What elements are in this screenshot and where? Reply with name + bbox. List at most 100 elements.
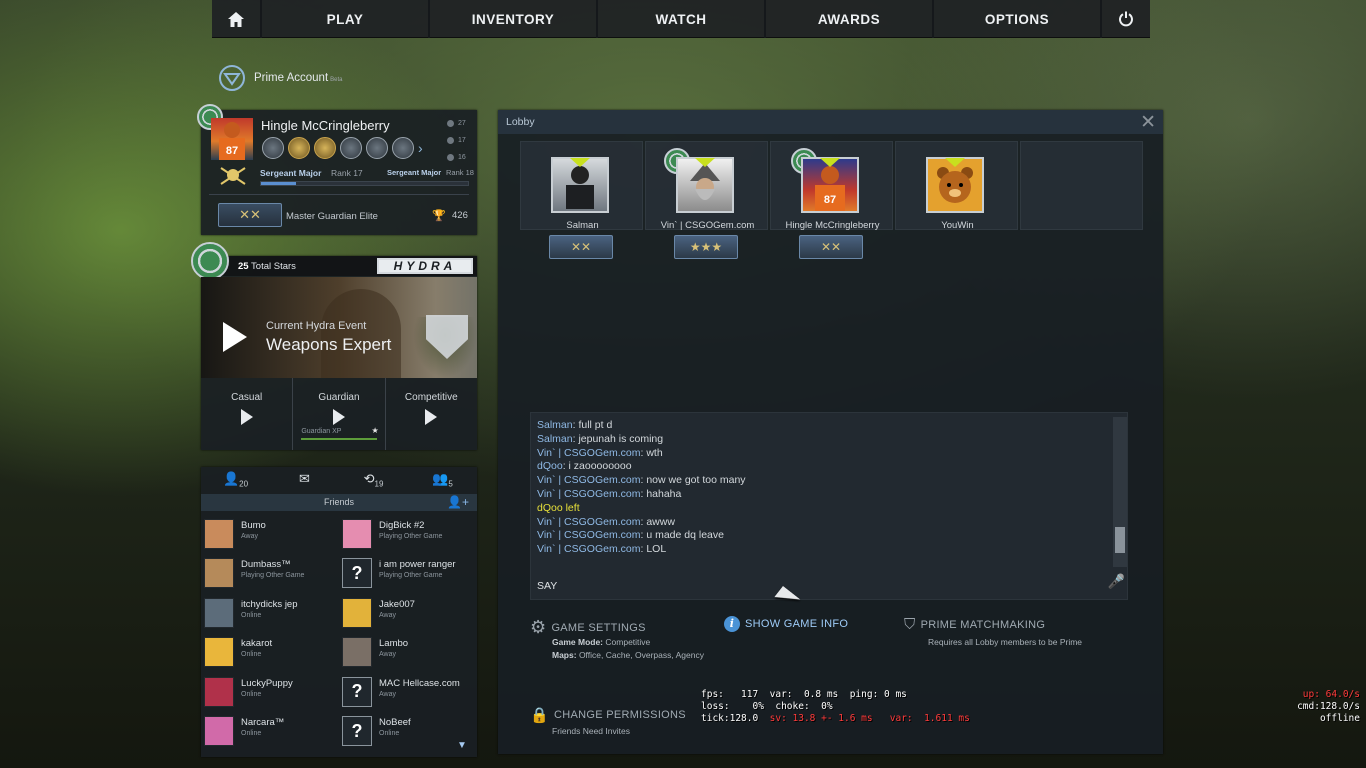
avatar[interactable]: 87 [211, 118, 253, 160]
chevron-down-icon[interactable]: ▼ [457, 740, 467, 751]
friend-avatar[interactable] [204, 637, 234, 668]
friend-avatar[interactable] [204, 716, 234, 746]
friend-status: Online [241, 730, 262, 737]
member-name: YouWin [941, 220, 974, 231]
medal-showcase[interactable]: › [262, 137, 423, 159]
lobby-slot[interactable]: YouWin [895, 141, 1018, 231]
friend-avatar[interactable]: ? [342, 676, 372, 707]
lobby-slot-empty[interactable] [1020, 141, 1143, 230]
lobby-slot[interactable]: Salman [520, 141, 643, 231]
chat-author[interactable]: dQoo [537, 460, 563, 472]
medal-icon[interactable] [262, 137, 284, 159]
friend-avatar[interactable] [342, 637, 372, 668]
info-icon: i [724, 616, 740, 632]
chat-author[interactable]: Vin` | CSGOGem.com [537, 474, 640, 486]
chat-author[interactable]: Salman [537, 433, 573, 445]
friend-status: Playing Other Game [241, 572, 305, 580]
prime-account[interactable]: Prime Account Beta [218, 64, 343, 92]
chat-text: : u made dq leave [640, 529, 724, 542]
friend-avatar[interactable]: ? [342, 716, 372, 746]
friend-avatar[interactable] [204, 558, 234, 589]
friend-avatar[interactable] [342, 597, 372, 628]
microphone-icon[interactable]: 🎤 [1108, 573, 1125, 590]
medal-icon[interactable] [340, 137, 362, 159]
chat-author[interactable]: Vin` | CSGOGem.com [537, 543, 640, 555]
medal-icon[interactable] [314, 137, 336, 159]
friend-item[interactable]: DigBick #2 Playing Other Game [339, 517, 469, 551]
hydra-event-banner[interactable]: Current Hydra Event Weapons Expert [201, 277, 477, 378]
friend-item[interactable]: Bumo Away [201, 517, 331, 551]
chat-author[interactable]: Vin` | CSGOGem.com [537, 516, 640, 528]
member-name: Vin` | CSGOGem.com [660, 220, 755, 231]
nav-inventory[interactable]: INVENTORY [430, 0, 598, 38]
friend-item[interactable]: ? NoBeef Online [339, 714, 469, 748]
svg-text:87: 87 [824, 194, 836, 206]
chat-text: : now we got too many [640, 474, 746, 487]
chat-author[interactable]: Vin` | CSGOGem.com [537, 529, 640, 541]
prime-matchmaking-button[interactable]: ⛉ PRIME MATCHMAKING [904, 616, 1045, 633]
home-icon [228, 11, 244, 27]
play-icon[interactable] [223, 322, 247, 352]
prime-label: Prime Account Beta [254, 72, 343, 84]
lobby-slot[interactable]: Vin` | CSGOGem.com [645, 141, 768, 231]
friend-avatar[interactable] [204, 676, 234, 707]
friend-avatar[interactable]: ? [342, 558, 372, 589]
nav-options[interactable]: OPTIONS [934, 0, 1102, 38]
chat-author[interactable]: Vin` | CSGOGem.com [537, 447, 640, 459]
lobby-slot[interactable]: 87 Hingle McCringleberry [770, 141, 893, 231]
nav-awards[interactable]: AWARDS [766, 0, 934, 38]
play-icon[interactable] [332, 409, 345, 425]
friend-status: Online [241, 690, 262, 698]
divider [209, 194, 469, 195]
close-icon[interactable]: ✕ [1140, 111, 1156, 134]
friend-item[interactable]: Lambo Away [339, 635, 469, 669]
friend-avatar[interactable] [204, 597, 234, 628]
friend-item[interactable]: ? i am power ranger Playing Other Game [339, 556, 469, 590]
show-game-info-button[interactable]: i SHOW GAME INFO [724, 616, 848, 632]
smile-icon [447, 120, 454, 127]
chat-scrollbar[interactable] [1113, 417, 1127, 567]
friend-item[interactable]: kakarot Online [201, 635, 331, 669]
tab-groups[interactable]: 👥5 [408, 471, 477, 489]
tab-mail[interactable]: ✉ [270, 471, 339, 489]
tab-history[interactable]: ⟲19 [339, 471, 408, 489]
mode-casual[interactable]: Casual [201, 378, 294, 450]
skill-group-badge[interactable]: ✕✕ [218, 203, 282, 227]
medal-icon[interactable] [366, 137, 388, 159]
friend-status: Playing Other Game [379, 572, 443, 580]
play-icon[interactable] [240, 409, 253, 425]
play-icon[interactable] [425, 409, 438, 425]
power-button[interactable] [1102, 0, 1150, 38]
top-nav: PLAY INVENTORY WATCH AWARDS OPTIONS [212, 0, 1150, 38]
medal-icon[interactable] [392, 137, 414, 159]
change-permissions-button[interactable]: 🔒 CHANGE PERMISSIONS [530, 706, 686, 724]
nav-watch[interactable]: WATCH [598, 0, 766, 38]
mode-guardian[interactable]: Guardian Guardian XP ★ [293, 378, 386, 450]
game-settings-button[interactable]: ⚙ GAME SETTINGS [530, 617, 646, 638]
hydra-coin-icon[interactable] [191, 242, 229, 280]
chat-author[interactable]: Vin` | CSGOGem.com [537, 488, 640, 500]
medal-icon[interactable] [288, 137, 310, 159]
tab-friends[interactable]: 👤20 [201, 471, 270, 489]
friend-item[interactable]: LuckyPuppy Online [201, 675, 331, 709]
friend-item[interactable]: itchydicks jep Online [201, 596, 331, 630]
chat-message: dQoo left [537, 502, 1107, 516]
chevron-right-icon[interactable]: › [418, 137, 423, 159]
chat-scroll-thumb[interactable] [1115, 527, 1125, 553]
chat-say-input[interactable]: SAY [537, 580, 557, 592]
friend-item[interactable]: ? MAC Hellcase.com Away [339, 675, 469, 709]
stat-teach: 17 [447, 137, 466, 144]
add-friend-icon[interactable]: 👤+ [447, 495, 469, 509]
friend-item[interactable]: Jake007 Away [339, 596, 469, 630]
friend-avatar[interactable] [342, 519, 372, 549]
leader-crown-icon [570, 158, 590, 167]
net-line-3: tick:128.0 sv: 13.8 +- 1.6 ms var: 1.611… [701, 713, 970, 724]
nav-play[interactable]: PLAY [262, 0, 430, 38]
friend-avatar[interactable] [204, 519, 234, 549]
home-button[interactable] [212, 0, 262, 38]
mode-competitive[interactable]: Competitive [386, 378, 477, 450]
friend-item[interactable]: Narcara™ Online [201, 714, 331, 748]
hydra-modes: Casual Guardian Guardian XP ★ Competitiv… [201, 378, 477, 450]
chat-author[interactable]: Salman [537, 419, 573, 431]
friend-item[interactable]: Dumbass™ Playing Other Game [201, 556, 331, 590]
